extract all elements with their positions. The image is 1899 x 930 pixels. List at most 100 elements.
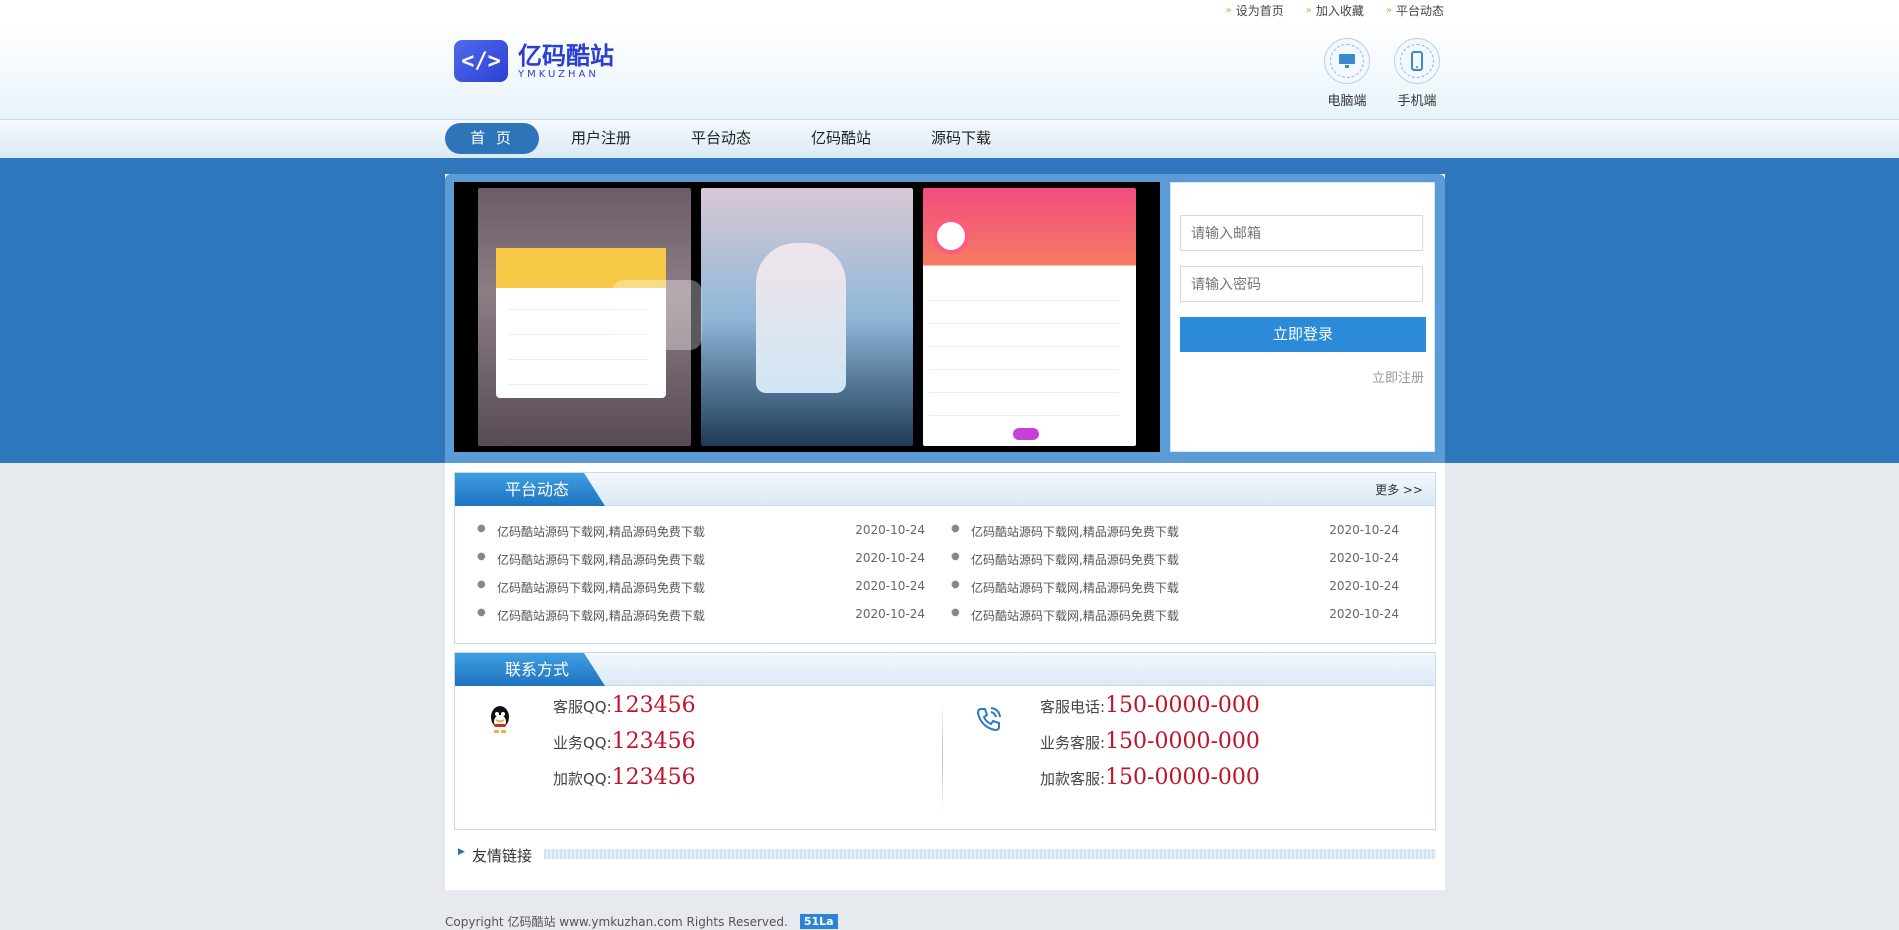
contact-header: 联系方式: [455, 653, 1435, 686]
list-item[interactable]: ● 亿码酷站源码下载网,精品源码免费下载 2020-10-24: [455, 551, 925, 579]
nav-home[interactable]: 首 页: [445, 123, 539, 154]
pc-circle: [1324, 38, 1370, 84]
site-logo[interactable]: </> 亿码酷站 YMKUZHAN: [454, 40, 614, 82]
login-button[interactable]: 立即登录: [1180, 317, 1426, 352]
menu-line: [929, 375, 1120, 393]
stats-badge[interactable]: 51La: [799, 914, 838, 929]
news-date: 2020-10-24: [1329, 551, 1399, 565]
contact-section: 联系方式 客服QQ: 123456 业务QQ: 123456 加款QQ: 123456…: [454, 652, 1436, 830]
code-logo-icon: </>: [454, 40, 508, 82]
nav-ymkuzhan[interactable]: 亿码酷站: [781, 123, 901, 154]
mobile-label: 手机端: [1397, 94, 1437, 109]
app-screenshot-live: [700, 188, 914, 446]
news-date: 2020-10-24: [1329, 579, 1399, 593]
set-homepage-label: 设为首页: [1235, 4, 1284, 18]
bullet-icon: ●: [477, 579, 486, 590]
top-links: » 设为首页 » 加入收藏 » 平台动态: [1226, 2, 1444, 19]
list-item[interactable]: ● 亿码酷站源码下载网,精品源码免费下载 2020-10-24: [455, 579, 925, 607]
news-date: 2020-10-24: [855, 523, 925, 537]
support-qq: 客服QQ: 123456: [553, 693, 696, 729]
password-input[interactable]: [1180, 266, 1423, 302]
platform-news-link[interactable]: » 平台动态: [1386, 2, 1444, 19]
add-favorite-link[interactable]: » 加入收藏: [1306, 2, 1364, 19]
qq-penguin-icon: [491, 706, 509, 733]
business-qq: 业务QQ: 123456: [553, 729, 696, 765]
contact-label: 客服QQ:: [553, 698, 612, 716]
menu-line: [929, 352, 1120, 370]
friend-links-bar: [544, 849, 1436, 859]
list-item[interactable]: ● 亿码酷站源码下载网,精品源码免费下载 2020-10-24: [929, 607, 1399, 635]
app-screenshot-profile: [923, 188, 1137, 446]
bullet-icon: ●: [477, 551, 486, 562]
contact-value: 150-0000-000: [1105, 765, 1260, 790]
footer: Copyright 亿码酷站 www.ymkuzhan.com Rights R…: [445, 913, 838, 930]
contact-label: 客服电话:: [1040, 698, 1106, 716]
news-title-text: 亿码酷站源码下载网,精品源码免费下载: [971, 581, 1179, 595]
bullet-icon: »: [1225, 5, 1232, 16]
news-date: 2020-10-24: [855, 551, 925, 565]
news-title-text: 亿码酷站源码下载网,精品源码免费下载: [497, 525, 705, 539]
pc-version-button[interactable]: 电脑端: [1317, 38, 1377, 109]
list-item[interactable]: ● 亿码酷站源码下载网,精品源码免费下载 2020-10-24: [455, 607, 925, 635]
news-date: 2020-10-24: [1329, 607, 1399, 621]
list-item[interactable]: ● 亿码酷站源码下载网,精品源码免费下载 2020-10-24: [455, 523, 925, 551]
divider: [942, 703, 943, 813]
nav-source-download[interactable]: 源码下载: [901, 123, 1021, 154]
mobile-version-button[interactable]: 手机端: [1387, 38, 1447, 109]
add-favorite-label: 加入收藏: [1315, 4, 1364, 18]
qq-contacts: 客服QQ: 123456 业务QQ: 123456 加款QQ: 123456: [553, 693, 696, 801]
nav-register[interactable]: 用户注册: [541, 123, 661, 154]
contact-value: 123456: [611, 765, 696, 790]
bullet-icon: ●: [951, 579, 960, 590]
triangle-right-icon: ▶: [458, 847, 465, 857]
menu-line: [929, 306, 1120, 324]
list-item[interactable]: ● 亿码酷站源码下载网,精品源码免费下载 2020-10-24: [929, 551, 1399, 579]
banner-slideshow[interactable]: [454, 182, 1160, 452]
logo-text: 亿码酷站 YMKUZHAN: [518, 43, 614, 80]
pc-label: 电脑端: [1327, 94, 1367, 109]
news-list-right: ● 亿码酷站源码下载网,精品源码免费下载 2020-10-24 ● 亿码酷站源码下载网…: [929, 523, 1399, 635]
news-more-link[interactable]: 更多 >>: [1375, 481, 1423, 498]
list-item[interactable]: ● 亿码酷站源码下载网,精品源码免费下载 2020-10-24: [929, 579, 1399, 607]
news-title-text: 亿码酷站源码下载网,精品源码免费下载: [971, 525, 1179, 539]
logo-english: YMKUZHAN: [518, 68, 599, 80]
tab-button-graphic: [1013, 428, 1040, 440]
contact-value: 123456: [611, 729, 696, 754]
news-date: 2020-10-24: [1329, 523, 1399, 537]
site-header: </> 亿码酷站 YMKUZHAN 电脑端 手机端: [0, 22, 1899, 120]
news-title: 平台动态: [455, 473, 605, 506]
bullet-icon: ●: [477, 523, 486, 534]
list-item[interactable]: ● 亿码酷站源码下载网,精品源码免费下载 2020-10-24: [929, 523, 1399, 551]
email-input[interactable]: [1180, 215, 1423, 251]
news-date: 2020-10-24: [855, 579, 925, 593]
phone-contacts: 客服电话: 150-0000-000 业务客服: 150-0000-000 加款客服…: [1040, 693, 1260, 801]
main-nav: 首 页 用户注册 平台动态 亿码酷站 源码下载: [0, 120, 1899, 158]
menu-line: [929, 398, 1120, 416]
topup-qq: 加款QQ: 123456: [553, 765, 696, 801]
bullet-icon: ●: [951, 607, 960, 618]
news-title-text: 亿码酷站源码下载网,精品源码免费下载: [971, 609, 1179, 623]
contact-label: 加款客服:: [1040, 770, 1106, 788]
phone-call-icon: [976, 707, 1001, 732]
news-title-text: 亿码酷站源码下载网,精品源码免费下载: [497, 553, 705, 567]
nav-platform-news[interactable]: 平台动态: [661, 123, 781, 154]
set-homepage-link[interactable]: » 设为首页: [1226, 2, 1284, 19]
watermark-logo: [612, 280, 702, 350]
friend-links: ▶ 友情链接: [454, 843, 1436, 867]
topup-phone: 加款客服: 150-0000-000: [1040, 765, 1260, 801]
mobile-circle: [1394, 38, 1440, 84]
contact-value: 150-0000-000: [1105, 729, 1260, 754]
news-title-text: 亿码酷站源码下载网,精品源码免费下载: [971, 553, 1179, 567]
register-link[interactable]: 立即注册: [1372, 367, 1424, 386]
bullet-icon: »: [1385, 5, 1392, 16]
menu-line: [929, 329, 1120, 347]
play-icon: [933, 218, 970, 254]
login-form: 立即登录 立即注册: [1170, 182, 1435, 452]
friend-links-title: 友情链接: [472, 847, 533, 865]
portrait-graphic: [755, 243, 846, 393]
monitor-icon: [1330, 44, 1364, 78]
bullet-icon: ●: [477, 607, 486, 618]
news-list-left: ● 亿码酷站源码下载网,精品源码免费下载 2020-10-24 ● 亿码酷站源码下载网…: [455, 523, 925, 635]
news-title-text: 亿码酷站源码下载网,精品源码免费下载: [497, 581, 705, 595]
news-title-text: 亿码酷站源码下载网,精品源码免费下载: [497, 609, 705, 623]
